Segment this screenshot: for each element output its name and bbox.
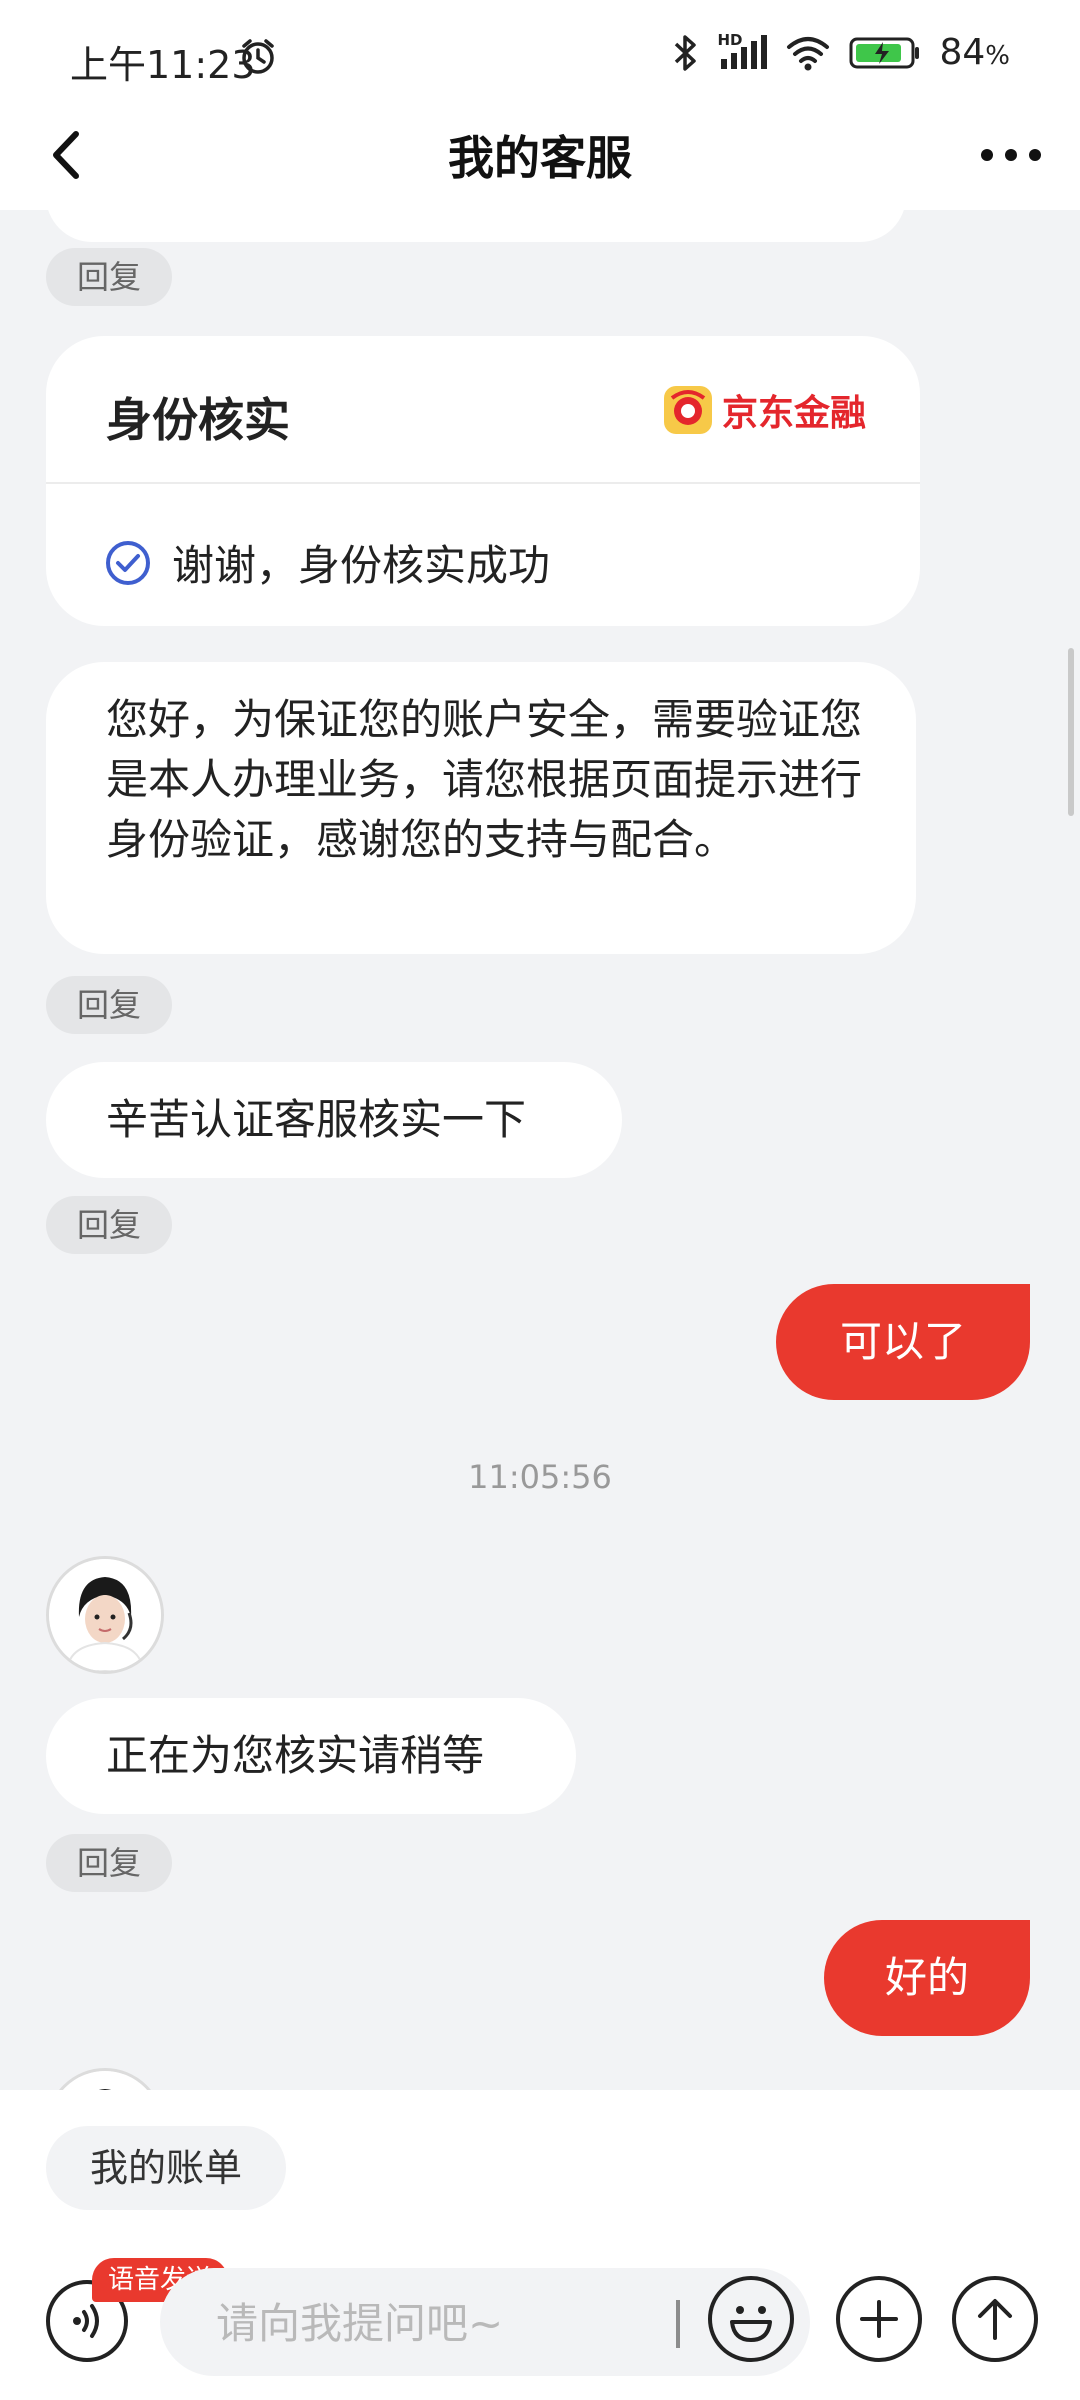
user-message: 好的: [824, 1920, 1030, 2036]
send-button[interactable]: [952, 2276, 1038, 2362]
alarm-icon: [242, 39, 274, 74]
wifi-icon: [787, 36, 830, 70]
more-options-icon[interactable]: [978, 140, 1044, 170]
bluetooth-icon: [675, 34, 697, 71]
agent-message: 正在为您核实请稍等: [46, 1698, 576, 1814]
user-message: 可以了: [776, 1284, 1030, 1400]
signal-icon: HD: [717, 31, 768, 73]
arrow-up-icon: [978, 2299, 1012, 2340]
agent-message: 辛苦认证客服核实一下: [46, 1062, 622, 1178]
status-icons: HD 84%: [673, 31, 1010, 73]
status-bar: 上午11:23 HD 84%: [0, 0, 1080, 100]
reply-button[interactable]: 回复: [46, 976, 172, 1034]
card-divider: [46, 482, 920, 484]
battery-unit: %: [985, 41, 1010, 71]
verify-status: 谢谢，身份核实成功: [104, 532, 550, 593]
agent-message-text: 您好，为保证您的账户安全，需要验证您是本人办理业务，请您根据页面提示进行身份验证…: [106, 695, 863, 864]
card-title: 身份核实: [106, 393, 290, 447]
reply-button[interactable]: 回复: [46, 248, 172, 306]
identity-verify-card[interactable]: 身份核实 京东金融 谢谢，身份核实成功: [46, 336, 920, 626]
nav-header: 我的客服: [0, 100, 1080, 210]
battery-icon: [849, 37, 920, 68]
jd-finance-logo: 京东金融: [662, 384, 866, 436]
verify-status-text: 谢谢，身份核实成功: [172, 541, 551, 590]
agent-avatar[interactable]: [46, 1556, 164, 1674]
message-timestamp: 11:05:56: [468, 1458, 612, 1496]
message-bubble-partial: [46, 210, 906, 242]
check-circle-icon: [106, 540, 150, 585]
battery-value: 84: [939, 32, 986, 73]
plus-button[interactable]: [836, 2276, 922, 2362]
reply-button[interactable]: 回复: [46, 1196, 172, 1254]
emoji-button[interactable]: [708, 2276, 794, 2362]
quick-reply-my-bill[interactable]: 我的账单: [46, 2126, 286, 2210]
agent-avatar-partial: [46, 2068, 164, 2090]
agent-message-text: 正在为您核实请稍等: [106, 1731, 485, 1780]
input-caret: [676, 2300, 680, 2348]
input-panel: 我的账单 语音发送: [0, 2090, 1080, 2400]
plus-icon: [860, 2300, 898, 2338]
reply-button[interactable]: 回复: [46, 1834, 172, 1892]
page-title: 我的客服: [448, 131, 632, 185]
chat-scrollbar[interactable]: [1068, 648, 1074, 816]
agent-avatar-partial-image: [62, 2071, 148, 2090]
jd-finance-logo-icon: [663, 386, 712, 434]
battery-percent: 84%: [939, 32, 1010, 73]
emoji-icon: [730, 2306, 772, 2342]
agent-message-text: 辛苦认证客服核实一下: [106, 1095, 527, 1144]
agent-avatar-image: [49, 1559, 161, 1671]
status-time: 上午11:23: [70, 43, 256, 87]
message-input[interactable]: [214, 2268, 738, 2378]
chat-history[interactable]: 回复 身份核实 京东金融 谢谢，身份核实成功 您好，为保证您的账户安全，需要验证…: [0, 210, 1080, 2090]
user-message-text: 可以了: [839, 1317, 966, 1366]
brand-name: 京东金融: [721, 393, 866, 434]
user-message-text: 好的: [884, 1953, 969, 2002]
agent-message: 您好，为保证您的账户安全，需要验证您是本人办理业务，请您根据页面提示进行身份验证…: [46, 662, 916, 954]
